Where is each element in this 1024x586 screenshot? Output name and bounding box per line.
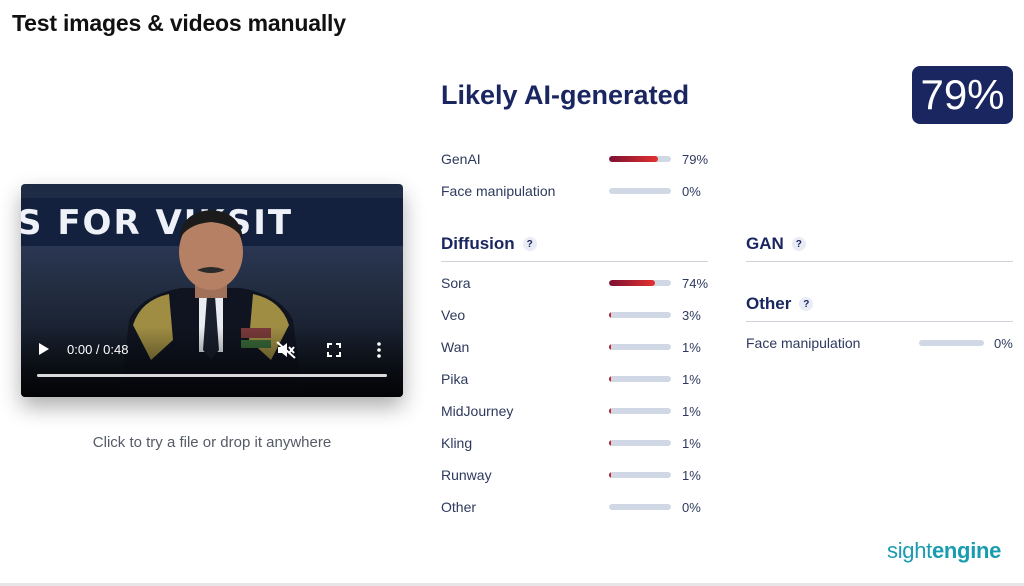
divider <box>746 321 1013 322</box>
play-icon[interactable] <box>35 340 53 358</box>
result-row-midjourney: MidJourney 1% <box>441 400 721 422</box>
result-row-sora: Sora 74% <box>441 272 721 294</box>
help-icon[interactable]: ? <box>791 237 806 251</box>
score-bar <box>609 472 671 478</box>
score-bar <box>609 344 671 350</box>
upload-hint[interactable]: Click to try a file or drop it anywhere <box>21 434 403 451</box>
row-label: Veo <box>441 307 466 323</box>
help-icon[interactable]: ? <box>522 237 537 251</box>
sightengine-logo[interactable]: sightengine <box>887 538 1001 564</box>
row-label: Face manipulation <box>746 335 861 351</box>
row-pct: 3% <box>682 308 701 323</box>
row-pct: 1% <box>682 436 701 451</box>
score-bar <box>609 440 671 446</box>
row-label: Pika <box>441 371 469 387</box>
result-row-face-manipulation: Face manipulation 0% <box>441 180 721 202</box>
divider <box>441 261 708 262</box>
score-bar-fill <box>609 472 611 478</box>
result-row-wan: Wan 1% <box>441 336 721 358</box>
video-seek-bar[interactable] <box>37 374 387 377</box>
result-row-veo: Veo 3% <box>441 304 721 326</box>
logo-part-engine: engine <box>931 538 1002 563</box>
video-time: 0:00 / 0:48 <box>67 342 129 357</box>
row-label: Other <box>441 499 477 515</box>
result-row-other-face-manipulation: Face manipulation 0% <box>746 332 1016 354</box>
row-label: Runway <box>441 467 492 483</box>
row-label: GenAI <box>441 151 481 167</box>
score-bar-fill <box>609 280 655 286</box>
score-bar-fill <box>609 312 611 318</box>
score-bar <box>609 408 671 414</box>
fullscreen-icon[interactable] <box>324 340 344 360</box>
result-row-runway: Runway 1% <box>441 464 721 486</box>
page-title: Test images & videos manually <box>12 10 346 36</box>
row-pct: 74% <box>682 276 709 291</box>
score-bar <box>919 340 984 346</box>
score-bar-fill <box>609 156 658 162</box>
result-row-genai: GenAI 79% <box>441 148 721 170</box>
video-player[interactable]: S FOR VIKSIT 0:00 / 0:48 <box>21 184 403 397</box>
more-vert-icon[interactable] <box>371 340 387 360</box>
video-controls-background <box>21 327 403 397</box>
row-pct: 79% <box>682 152 709 167</box>
score-bar-fill <box>609 440 611 446</box>
section-gan: GAN ? <box>746 234 806 254</box>
score-badge: 79% <box>912 66 1013 124</box>
row-label: MidJourney <box>441 403 514 419</box>
section-title: GAN <box>746 234 784 253</box>
score-bar-fill <box>609 408 611 414</box>
score-bar <box>609 280 671 286</box>
score-bar-fill <box>609 344 611 350</box>
row-label: Wan <box>441 339 470 355</box>
score-bar <box>609 504 671 510</box>
row-pct: 0% <box>682 500 701 515</box>
divider <box>746 261 1013 262</box>
section-diffusion: Diffusion ? <box>441 234 537 254</box>
row-label: Face manipulation <box>441 183 556 199</box>
score-bar <box>609 188 671 194</box>
row-label: Sora <box>441 275 471 291</box>
result-row-pika: Pika 1% <box>441 368 721 390</box>
score-bar <box>609 312 671 318</box>
section-title: Other <box>746 294 792 313</box>
result-row-kling: Kling 1% <box>441 432 721 454</box>
row-pct: 1% <box>682 404 701 419</box>
row-pct: 1% <box>682 372 701 387</box>
row-label: Kling <box>441 435 473 451</box>
row-pct: 1% <box>682 468 701 483</box>
row-pct: 0% <box>994 336 1013 351</box>
logo-part-sight: sight <box>887 538 932 563</box>
score-bar <box>609 156 671 162</box>
row-pct: 0% <box>682 184 701 199</box>
score-bar <box>609 376 671 382</box>
mute-icon[interactable] <box>275 340 297 360</box>
help-icon[interactable]: ? <box>799 297 814 311</box>
row-pct: 1% <box>682 340 701 355</box>
section-title: Diffusion <box>441 234 515 253</box>
result-row-other: Other 0% <box>441 496 721 518</box>
verdict-heading: Likely AI-generated <box>441 80 690 110</box>
score-bar-fill <box>609 376 611 382</box>
section-other: Other ? <box>746 294 814 314</box>
